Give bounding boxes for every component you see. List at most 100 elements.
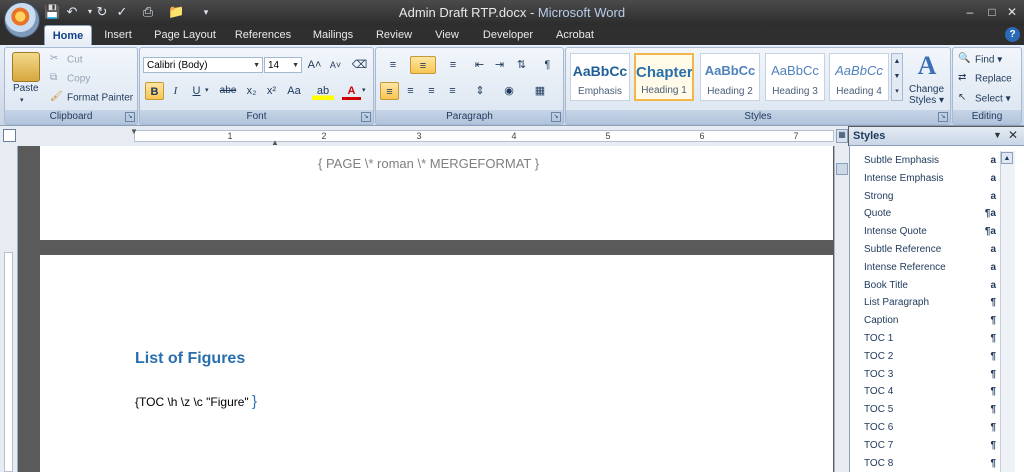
underline-button[interactable]: U xyxy=(187,82,206,100)
shading-icon[interactable]: ◉ xyxy=(497,82,521,100)
styles-pane-item[interactable]: Intense Reference a xyxy=(862,259,1000,277)
pane-close-icon[interactable]: ✕ xyxy=(1008,128,1018,142)
italic-button[interactable]: I xyxy=(166,82,185,100)
align-center-icon[interactable]: ≡ xyxy=(401,82,420,100)
underline-dropdown-icon[interactable]: ▾ xyxy=(205,86,209,94)
styles-launcher-icon[interactable]: ↘ xyxy=(938,112,948,122)
styles-pane-item[interactable]: Book Title a xyxy=(862,277,1000,295)
first-line-indent-marker-icon[interactable]: ▼ xyxy=(130,127,138,136)
scroll-up-icon[interactable]: ▲ xyxy=(1001,152,1013,164)
styles-pane-item[interactable]: TOC 5 ¶ xyxy=(862,401,1000,419)
style-tile-heading-3[interactable]: AaBbCc Heading 3 xyxy=(765,53,825,101)
style-tile-heading-2[interactable]: AaBbCc Heading 2 xyxy=(700,53,760,101)
view-ruler-icon[interactable]: ▦ xyxy=(836,129,848,143)
bold-button[interactable]: B xyxy=(145,82,164,100)
font-color-button[interactable]: A xyxy=(342,82,361,100)
styles-pane-item[interactable]: TOC 1 ¶ xyxy=(862,330,1000,348)
style-tile-emphasis[interactable]: AaBbCc Emphasis xyxy=(570,53,630,101)
change-styles-label-1[interactable]: Change xyxy=(909,84,944,95)
tab-references[interactable]: References xyxy=(230,25,296,45)
change-case-button[interactable]: Aa xyxy=(283,82,305,100)
style-item-label: TOC 7 xyxy=(864,439,894,451)
styles-pane-item[interactable]: TOC 8 ¶ xyxy=(862,455,1000,472)
paragraph-launcher-icon[interactable]: ↘ xyxy=(551,112,561,122)
help-icon[interactable]: ? xyxy=(1005,27,1020,42)
select-button[interactable]: ↖ Select ▾ xyxy=(958,92,1011,106)
align-left-icon[interactable]: ≡ xyxy=(380,82,399,100)
document-scrollbar[interactable] xyxy=(834,146,849,472)
styles-pane-item[interactable]: Caption ¶ xyxy=(862,312,1000,330)
styles-pane-item[interactable]: Intense Quote ¶a xyxy=(862,223,1000,241)
styles-pane-item[interactable]: TOC 2 ¶ xyxy=(862,348,1000,366)
grow-font-button[interactable]: A˄ xyxy=(305,56,324,74)
font-launcher-icon[interactable]: ↘ xyxy=(361,112,371,122)
vertical-ruler[interactable] xyxy=(4,252,13,472)
decrease-indent-icon[interactable]: ⇤ xyxy=(470,56,489,74)
styles-pane-item[interactable]: Quote ¶a xyxy=(862,205,1000,223)
styles-gallery-scroll[interactable]: ▲ ▼ ▾ xyxy=(891,53,903,101)
change-styles-label-2[interactable]: Styles ▾ xyxy=(909,95,944,106)
multilevel-list-icon[interactable]: ≡ xyxy=(440,56,466,74)
tab-home[interactable]: Home xyxy=(44,25,92,46)
justify-icon[interactable]: ≡ xyxy=(443,82,462,100)
format-painter-button[interactable]: 🖌 Format Painter xyxy=(50,91,133,105)
replace-button[interactable]: ⇄ Replace xyxy=(958,72,1012,86)
styles-pane-item[interactable]: TOC 7 ¶ xyxy=(862,437,1000,455)
styles-pane-item[interactable]: TOC 3 ¶ xyxy=(862,366,1000,384)
paste-button[interactable]: Paste xyxy=(13,83,39,94)
font-size-select[interactable]: 14 ▼ xyxy=(264,57,302,73)
copy-button[interactable]: ⧉ Copy xyxy=(50,72,90,86)
tab-insert[interactable]: Insert xyxy=(96,25,140,45)
minimize-button[interactable]: – xyxy=(960,4,980,20)
styles-pane-item[interactable]: Intense Emphasis a xyxy=(862,170,1000,188)
superscript-button[interactable]: x² xyxy=(262,82,281,100)
close-button[interactable]: ✕ xyxy=(1002,4,1022,20)
list-of-figures-heading[interactable]: List of Figures xyxy=(135,350,245,368)
tab-acrobat[interactable]: Acrobat xyxy=(548,25,602,45)
styles-pane-item[interactable]: Subtle Emphasis a xyxy=(862,152,1000,170)
style-tile-heading-4[interactable]: AaBbCc Heading 4 xyxy=(829,53,889,101)
styles-pane-item[interactable]: List Paragraph ¶ xyxy=(862,294,1000,312)
tab-selector-icon[interactable] xyxy=(3,129,16,142)
clipboard-launcher-icon[interactable]: ↘ xyxy=(125,112,135,122)
styles-pane-item[interactable]: TOC 6 ¶ xyxy=(862,419,1000,437)
line-spacing-icon[interactable]: ⇕ xyxy=(468,82,492,100)
style-tile-heading-1[interactable]: Chapter Heading 1 xyxy=(634,53,694,101)
scrollbar-thumb[interactable] xyxy=(836,163,848,175)
tab-review[interactable]: Review xyxy=(370,25,418,45)
paste-dropdown-icon[interactable]: ▾ xyxy=(20,96,24,104)
office-button[interactable] xyxy=(4,2,40,38)
pane-menu-icon[interactable]: ▼ xyxy=(993,130,1002,140)
horizontal-ruler[interactable] xyxy=(134,130,834,142)
styles-pane-item[interactable]: Strong a xyxy=(862,188,1000,206)
tab-page-layout[interactable]: Page Layout xyxy=(150,25,220,45)
change-styles-icon[interactable]: A xyxy=(914,52,940,80)
bullets-icon[interactable]: ≡ xyxy=(380,56,406,74)
align-right-icon[interactable]: ≡ xyxy=(422,82,441,100)
shrink-font-button[interactable]: A˅ xyxy=(326,56,345,74)
increase-indent-icon[interactable]: ⇥ xyxy=(490,56,509,74)
clear-formatting-icon[interactable]: ⌫ xyxy=(350,56,369,74)
toc-field-code[interactable]: {TOC \h \z \c "Figure" } xyxy=(135,393,257,410)
styles-pane-scrollbar[interactable] xyxy=(1000,151,1015,472)
find-button[interactable]: 🔍 Find ▾ xyxy=(958,53,1002,67)
highlight-button[interactable]: ab xyxy=(312,82,334,100)
maximize-button[interactable]: □ xyxy=(982,4,1002,20)
numbering-icon[interactable]: ≡ xyxy=(410,56,436,74)
page-number-field[interactable]: { PAGE \* roman \* MERGEFORMAT } xyxy=(318,156,539,171)
strikethrough-button[interactable]: abe xyxy=(215,82,241,100)
style-item-label: TOC 2 xyxy=(864,350,894,362)
tab-view[interactable]: View xyxy=(426,25,468,45)
paste-icon[interactable] xyxy=(12,52,40,82)
font-color-dropdown-icon[interactable]: ▾ xyxy=(362,86,366,94)
styles-pane-item[interactable]: Subtle Reference a xyxy=(862,241,1000,259)
borders-icon[interactable]: ▦ xyxy=(528,82,552,100)
sort-icon[interactable]: ⇅ xyxy=(512,56,531,74)
tab-mailings[interactable]: Mailings xyxy=(306,25,360,45)
show-marks-button[interactable]: ¶ xyxy=(538,56,557,74)
font-family-select[interactable]: Calibri (Body) ▼ xyxy=(143,57,263,73)
cut-button[interactable]: ✂ Cut xyxy=(50,53,83,67)
styles-pane-item[interactable]: TOC 4 ¶ xyxy=(862,383,1000,401)
tab-developer[interactable]: Developer xyxy=(476,25,540,45)
subscript-button[interactable]: x₂ xyxy=(242,82,261,100)
